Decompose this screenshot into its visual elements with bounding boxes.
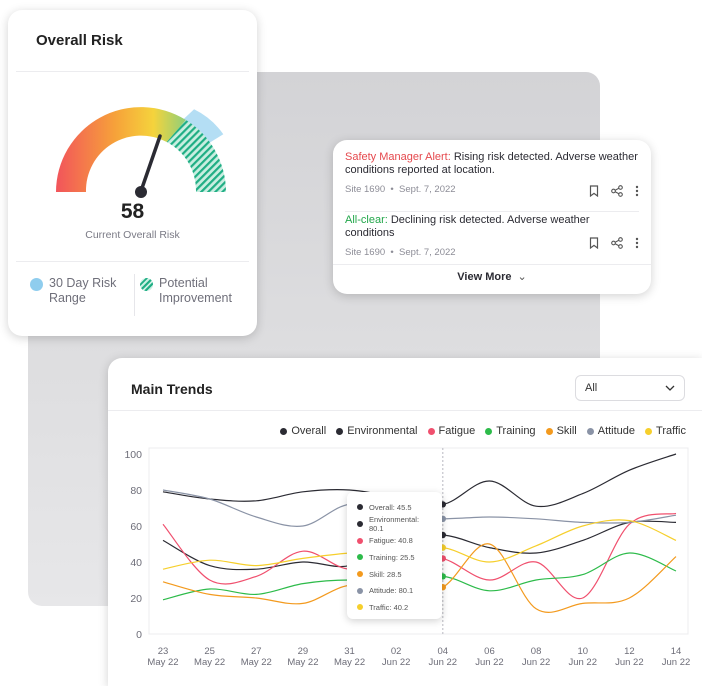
tooltip-swatch (357, 587, 363, 594)
tooltip-label: Training: 25.5 (369, 552, 415, 562)
range-swatch-icon (30, 278, 43, 291)
tooltip-swatch (357, 521, 363, 528)
main-trends-card: Main Trends All Overall Environmental Fati… (108, 358, 702, 686)
alert-date: Sept. 7, 2022 (399, 247, 456, 258)
alert-meta: Site 1690 • Sept. 7, 2022 (345, 184, 456, 195)
x-tick-label: 02 Jun 22 (382, 646, 411, 668)
tooltip-label: Overall: 45.5 (369, 502, 412, 512)
gauge-needle (139, 134, 162, 193)
alert-tag: All-clear: (345, 214, 388, 226)
y-tick-label: 0 (136, 629, 142, 641)
tooltip-row: Overall: 45.5 (357, 499, 432, 516)
overall-risk-card: Overall Risk 58 Current Overall Risk 30 … (8, 10, 257, 336)
hatch-swatch-icon (140, 278, 153, 291)
share-icon[interactable] (611, 185, 623, 197)
bookmark-icon[interactable] (589, 185, 599, 197)
divider (16, 71, 249, 72)
x-tick-label: 12 Jun 22 (615, 646, 644, 668)
tooltip-label: Traffic: 40.2 (369, 602, 409, 612)
x-tick-label: 14 Jun 22 (662, 646, 691, 668)
x-tick-label: 08 Jun 22 (522, 646, 551, 668)
more-options-icon[interactable] (635, 237, 639, 249)
x-tick-label: 25 May 22 (194, 646, 225, 668)
alert-text: Safety Manager Alert: Rising risk detect… (345, 151, 639, 177)
tooltip-label: Environmental: 80.1 (369, 515, 420, 534)
alert-site: Site 1690 (345, 184, 386, 195)
tooltip-label: Fatigue: 40.8 (369, 536, 413, 546)
alert-site: Site 1690 (345, 247, 386, 258)
alerts-card: Safety Manager Alert: Rising risk detect… (333, 140, 651, 294)
tooltip-row: Skill: 28.5 (357, 566, 432, 583)
tooltip-label: Skill: 28.5 (369, 569, 402, 579)
risk-value: 58 (120, 200, 145, 223)
y-tick-label: 80 (130, 485, 142, 497)
x-tick-label: 04 Jun 22 (429, 646, 458, 668)
divider (16, 261, 249, 262)
legend-divider (134, 274, 135, 316)
alert-date: Sept. 7, 2022 (399, 184, 456, 195)
risk-gauge (56, 107, 226, 198)
tooltip-swatch (357, 604, 363, 611)
gauge-pivot (135, 186, 147, 198)
tooltip-swatch (357, 504, 363, 511)
y-tick-label: 40 (130, 557, 142, 569)
view-more-label: View More (457, 271, 512, 283)
tooltip-row: Training: 25.5 (357, 549, 432, 566)
alert-meta: Site 1690 • Sept. 7, 2022 (345, 247, 456, 258)
y-tick-label: 20 (130, 593, 142, 605)
y-tick-label: 100 (124, 449, 142, 461)
divider (333, 264, 651, 265)
alert-item[interactable]: Safety Manager Alert: Rising risk detect… (345, 151, 639, 212)
tooltip-row: Traffic: 40.2 (357, 599, 432, 616)
tooltip-row: Fatigue: 40.8 (357, 532, 432, 549)
alert-actions (589, 237, 639, 249)
tooltip-label: Attitude: 80.1 (369, 586, 414, 596)
alert-tag: Safety Manager Alert: (345, 151, 451, 163)
chart-tooltip: Overall: 45.5 Environmental: 80.1 Fatigue:… (347, 492, 442, 619)
bookmark-icon[interactable] (589, 237, 599, 249)
legend-risk-range: 30 Day Risk Range (30, 276, 139, 306)
legend-range-label: 30 Day Risk Range (49, 276, 117, 305)
alert-actions (589, 185, 639, 197)
chevron-down-icon: ⌄ (517, 271, 527, 283)
x-tick-label: 23 May 22 (147, 646, 178, 668)
x-tick-label: 06 Jun 22 (475, 646, 504, 668)
legend-improvement-label: Potential Improvement (159, 276, 232, 305)
risk-card-title: Overall Risk (36, 32, 123, 49)
alert-item[interactable]: All-clear: Declining risk detected. Adve… (345, 214, 639, 264)
x-tick-label: 27 May 22 (241, 646, 272, 668)
alert-divider (345, 211, 639, 212)
tooltip-row: Environmental: 80.1 (357, 515, 432, 534)
risk-value-label: Current Overall Risk (85, 229, 180, 241)
y-tick-label: 60 (130, 521, 142, 533)
legend-improvement: Potential Improvement (140, 276, 249, 306)
x-tick-label: 31 May 22 (334, 646, 365, 668)
risk-arc (56, 107, 186, 192)
tooltip-row: Attitude: 80.1 (357, 582, 432, 599)
tooltip-swatch (357, 571, 363, 578)
share-icon[interactable] (611, 237, 623, 249)
tooltip-swatch (357, 554, 363, 561)
x-tick-label: 10 Jun 22 (568, 646, 597, 668)
tooltip-swatch (357, 537, 363, 544)
more-options-icon[interactable] (635, 185, 639, 197)
x-tick-label: 29 May 22 (287, 646, 318, 668)
view-more-button[interactable]: View More ⌄ (333, 270, 651, 283)
